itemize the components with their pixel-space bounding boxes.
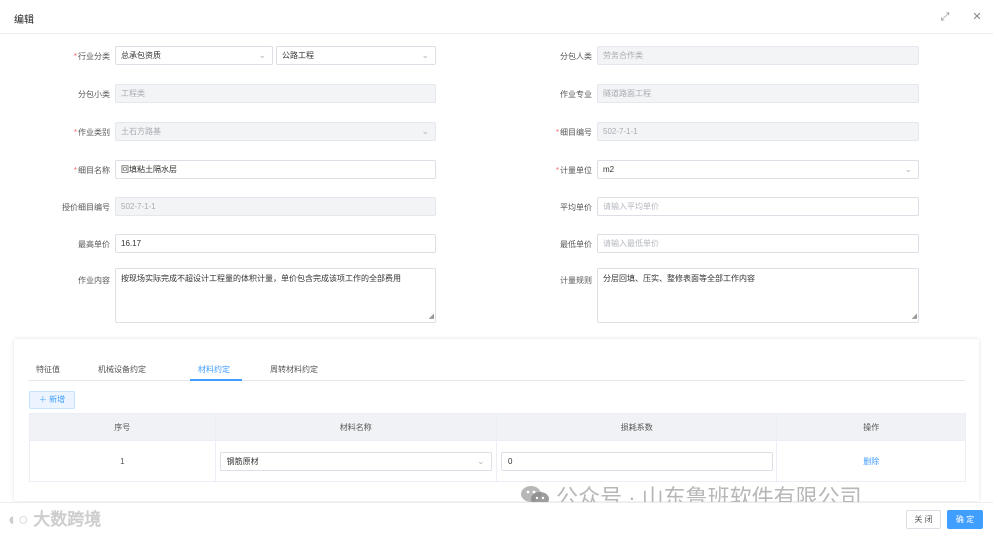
tab-machinery[interactable]: 机械设备约定 bbox=[98, 364, 146, 375]
dialog-header: 编辑 ⤢ ✕ bbox=[0, 0, 993, 34]
min-price-input[interactable]: 请输入最低单价 bbox=[597, 234, 919, 253]
close-button[interactable]: 关 闭 bbox=[906, 510, 941, 529]
min-price-label: 最低单价 bbox=[560, 240, 592, 249]
max-price-label: 最高单价 bbox=[78, 240, 110, 249]
watermark-left: ◐○ 大数跨境 bbox=[8, 510, 102, 529]
resize-handle-icon[interactable]: ◢ bbox=[429, 311, 434, 322]
cell-action: 删除 bbox=[777, 441, 965, 481]
cell-material: 钢筋原材 ⌄ bbox=[216, 441, 497, 481]
work-major-label: 作业专业 bbox=[560, 90, 592, 99]
coefficient-input[interactable]: 0 bbox=[501, 452, 773, 471]
detail-panel: 特征值 机械设备约定 材料约定 周转材料约定 ＋ 新增 序号 材料名称 损耗系数… bbox=[14, 339, 979, 501]
max-price-input[interactable]: 16.17 bbox=[115, 234, 436, 253]
chevron-down-icon: ⌄ bbox=[477, 456, 485, 466]
item-code-label: *细目编号 bbox=[555, 128, 592, 137]
unit-select[interactable]: m2 ⌄ bbox=[597, 160, 919, 179]
header-action: 操作 bbox=[863, 422, 880, 432]
tab-turnover-materials[interactable]: 周转材料约定 bbox=[270, 364, 318, 375]
fullscreen-icon[interactable]: ⤢ bbox=[938, 10, 952, 24]
work-major-field: 隧道路面工程 bbox=[597, 84, 919, 103]
quota-code-label: 授价细目编号 bbox=[62, 203, 110, 212]
sub-category-label: 分包人类 bbox=[560, 52, 592, 61]
dialog-footer: 关 闭 确 定 bbox=[0, 502, 993, 534]
active-tab-indicator bbox=[190, 379, 242, 381]
table-row: 1 钢筋原材 ⌄ 0 删除 bbox=[30, 440, 965, 481]
work-content-textarea[interactable]: 按现场实际完成不超设计工程量的体积计量，单价包含完成该项工作的全部费用 ◢ bbox=[115, 268, 436, 323]
sub-small-field: 工程类 bbox=[115, 84, 436, 103]
table-header: 序号 材料名称 损耗系数 操作 bbox=[30, 414, 965, 440]
cell-index: 1 bbox=[30, 441, 216, 481]
header-coefficient: 损耗系数 bbox=[497, 414, 778, 440]
confirm-button[interactable]: 确 定 bbox=[947, 510, 983, 529]
item-name-label: *细目名称 bbox=[73, 166, 110, 175]
chevron-down-icon: ⌄ bbox=[904, 164, 912, 174]
industry-select-2[interactable]: 公路工程 ⌄ bbox=[276, 46, 436, 65]
plus-icon: ＋ bbox=[38, 395, 50, 404]
chevron-down-icon: ⌄ bbox=[258, 50, 266, 60]
item-code-field: 502-7-1-1 bbox=[597, 122, 919, 141]
materials-table: 序号 材料名称 损耗系数 操作 1 钢筋原材 ⌄ 0 删除 bbox=[29, 413, 966, 482]
chevron-down-icon: ⌄ bbox=[421, 126, 429, 136]
tab-materials[interactable]: 材料约定 bbox=[198, 364, 230, 375]
cell-coefficient: 0 bbox=[497, 441, 778, 481]
material-select[interactable]: 钢筋原材 ⌄ bbox=[219, 452, 492, 471]
resize-handle-icon[interactable]: ◢ bbox=[912, 311, 917, 322]
work-category-select: 土石方路基 ⌄ bbox=[115, 122, 436, 141]
unit-label: *计量单位 bbox=[555, 166, 592, 175]
sub-category-field: 劳务合作类 bbox=[597, 46, 919, 65]
quota-code-field: 502-7-1-1 bbox=[115, 197, 436, 216]
item-name-input[interactable]: 回填粘土隔水层 bbox=[115, 160, 436, 179]
avg-price-input[interactable]: 请输入平均单价 bbox=[597, 197, 919, 216]
tab-bar: 特征值 机械设备约定 材料约定 周转材料约定 bbox=[28, 339, 965, 381]
industry-label: *行业分类 bbox=[73, 52, 110, 61]
avg-price-label: 平均单价 bbox=[560, 203, 592, 212]
industry-select-1[interactable]: 总承包资质 ⌄ bbox=[115, 46, 273, 65]
chevron-down-icon: ⌄ bbox=[421, 50, 429, 60]
logo-icon: ◐○ bbox=[8, 510, 34, 529]
dialog-title: 编辑 bbox=[14, 15, 34, 26]
measure-rule-textarea[interactable]: 分层回填、压实、整修表面等全部工作内容 ◢ bbox=[597, 268, 919, 323]
work-content-label: 作业内容 bbox=[78, 276, 110, 285]
sub-small-label: 分包小类 bbox=[78, 90, 110, 99]
tab-features[interactable]: 特征值 bbox=[36, 364, 60, 375]
header-index: 序号 bbox=[30, 414, 216, 440]
add-button[interactable]: ＋ 新增 bbox=[29, 391, 75, 409]
delete-link[interactable]: 删除 bbox=[863, 456, 879, 467]
close-icon[interactable]: ✕ bbox=[970, 10, 984, 24]
header-material: 材料名称 bbox=[216, 414, 497, 440]
measure-rule-label: 计量规则 bbox=[560, 276, 592, 285]
work-category-label: *作业类别 bbox=[73, 128, 110, 137]
